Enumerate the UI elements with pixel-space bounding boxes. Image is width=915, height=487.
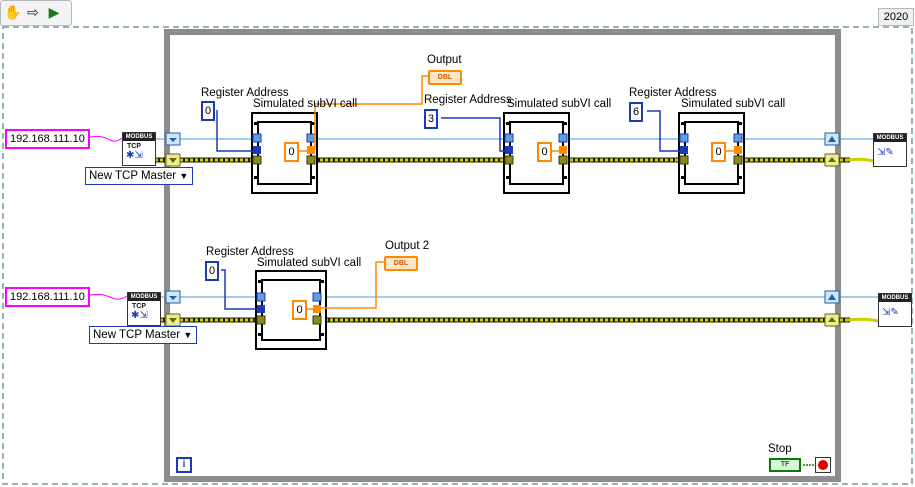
output-2-indicator[interactable]: DBL bbox=[384, 256, 418, 271]
modbus-label: MODBUS bbox=[879, 294, 911, 302]
tcp-label: TCP bbox=[127, 143, 141, 150]
loop-iteration-terminal: i bbox=[176, 457, 192, 473]
master-type-ring-2[interactable]: New TCP Master ▼ bbox=[89, 326, 198, 344]
modbus-close-icon-1[interactable]: MODBUS ⇲✎ bbox=[873, 133, 907, 167]
modbus-label: MODBUS bbox=[128, 293, 160, 301]
register-address-constant-3[interactable]: 6 bbox=[629, 102, 643, 122]
modbus-open-icon-1[interactable]: MODBUS TCP ✱⇲ bbox=[122, 132, 156, 166]
tcp-label: TCP bbox=[132, 303, 146, 310]
subvi-call-label-1: Simulated subVI call bbox=[253, 98, 358, 110]
dbl-constant-1[interactable]: 0 bbox=[284, 142, 299, 162]
eraser-icon: ⇲✎ bbox=[877, 147, 894, 158]
chevron-down-icon: ▼ bbox=[179, 171, 189, 181]
modbus-label: MODBUS bbox=[874, 134, 906, 142]
modbus-close-icon-2[interactable]: MODBUS ⇲✎ bbox=[878, 293, 912, 327]
register-address-constant-2[interactable]: 3 bbox=[424, 109, 438, 129]
ip-address-constant-1[interactable]: 192.168.111.10 bbox=[5, 129, 90, 149]
modbus-label: MODBUS bbox=[123, 133, 155, 141]
subvi-call-label-4: Simulated subVI call bbox=[257, 257, 362, 269]
eraser-icon: ⇲✎ bbox=[882, 307, 899, 318]
dbl-constant-3[interactable]: 0 bbox=[711, 142, 726, 162]
network-icon: ✱⇲ bbox=[126, 150, 143, 161]
stop-label: Stop bbox=[768, 443, 792, 455]
stop-condition-icon[interactable] bbox=[815, 457, 831, 473]
subvi-call-label-2: Simulated subVI call bbox=[507, 98, 612, 110]
chevron-down-icon: ▼ bbox=[183, 330, 193, 340]
dbl-constant-2[interactable]: 0 bbox=[537, 142, 552, 162]
dbl-constant-4[interactable]: 0 bbox=[292, 300, 307, 320]
register-address-label-2: Register Address bbox=[424, 94, 512, 106]
register-address-constant-4[interactable]: 0 bbox=[205, 261, 219, 281]
network-icon: ✱⇲ bbox=[131, 310, 148, 321]
output-label: Output bbox=[427, 54, 462, 66]
stop-button-terminal[interactable]: TF bbox=[769, 458, 801, 472]
register-address-constant-1[interactable]: 0 bbox=[201, 101, 215, 121]
master-type-ring-1[interactable]: New TCP Master ▼ bbox=[85, 167, 194, 185]
output-2-label: Output 2 bbox=[385, 240, 430, 252]
subvi-call-label-3: Simulated subVI call bbox=[681, 98, 786, 110]
ring-value: New TCP Master bbox=[93, 329, 181, 341]
ring-value: New TCP Master bbox=[89, 170, 177, 182]
ip-address-constant-2[interactable]: 192.168.111.10 bbox=[5, 287, 90, 307]
modbus-open-icon-2[interactable]: MODBUS TCP ✱⇲ bbox=[127, 292, 161, 326]
output-indicator[interactable]: DBL bbox=[428, 70, 462, 85]
